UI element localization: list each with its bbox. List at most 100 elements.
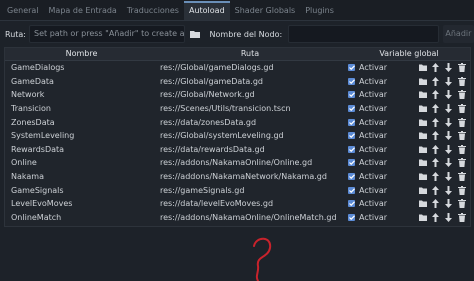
arrow-down-icon[interactable] [444,212,453,222]
global-variable-toggle[interactable]: Activar [348,104,404,113]
arrow-down-icon[interactable] [444,199,453,209]
trash-icon[interactable] [457,131,466,141]
trash-icon[interactable] [457,185,466,195]
checkbox-checked-icon[interactable] [348,186,355,194]
arrow-down-icon[interactable] [444,185,453,195]
arrow-up-icon[interactable] [431,117,440,127]
folder-icon[interactable] [418,158,427,167]
checkbox-checked-icon[interactable] [348,105,355,113]
arrow-up-icon[interactable] [431,158,440,168]
arrow-up-icon[interactable] [431,212,440,222]
global-variable-toggle[interactable]: Activar [348,131,404,140]
autoload-name[interactable]: GameSignals [5,186,152,195]
autoload-name[interactable]: GameData [5,77,152,86]
global-variable-toggle[interactable]: Activar [348,186,404,195]
trash-icon[interactable] [457,90,466,100]
folder-icon[interactable] [418,186,427,195]
autoload-name[interactable]: GameDialogs [5,63,152,72]
table-row[interactable]: Nakama res://addons/NakamaNetwork/Nakama.… [5,170,470,184]
checkbox-checked-icon[interactable] [348,213,355,221]
trash-icon[interactable] [457,63,466,73]
table-row[interactable]: LevelEvoMoves res://data/levelEvoMoves.gd… [5,197,470,211]
arrow-down-icon[interactable] [444,144,453,154]
table-row[interactable]: GameDialogs res://Global/gameDialogs.gd Ac… [5,61,470,75]
arrow-down-icon[interactable] [444,104,453,114]
arrow-up-icon[interactable] [431,104,440,114]
browse-folder-button[interactable] [188,25,201,43]
arrow-up-icon[interactable] [431,199,440,209]
arrow-up-icon[interactable] [431,172,440,182]
arrow-up-icon[interactable] [431,76,440,86]
global-variable-toggle[interactable]: Activar [348,77,404,86]
autoload-name[interactable]: OnlineMatch [5,213,152,222]
global-variable-toggle[interactable]: Activar [348,213,404,222]
autoload-name[interactable]: SystemLeveling [5,131,152,140]
global-variable-toggle[interactable]: Activar [348,172,404,181]
arrow-down-icon[interactable] [444,131,453,141]
folder-icon[interactable] [418,199,427,208]
autoload-name[interactable]: LevelEvoMoves [5,199,152,208]
folder-icon[interactable] [418,77,427,86]
folder-icon[interactable] [418,213,427,222]
trash-icon[interactable] [457,199,466,209]
tab-traducciones[interactable]: Traducciones [122,1,184,20]
tab-autoload[interactable]: Autoload [183,1,230,20]
arrow-down-icon[interactable] [444,76,453,86]
trash-icon[interactable] [457,212,466,222]
trash-icon[interactable] [457,158,466,168]
folder-icon[interactable] [418,63,427,72]
checkbox-checked-icon[interactable] [348,64,355,72]
arrow-down-icon[interactable] [444,90,453,100]
table-row[interactable]: Transicion res://Scenes/Utils/transicion.… [5,102,470,116]
folder-icon[interactable] [418,104,427,113]
autoload-name[interactable]: Transicion [5,104,152,113]
trash-icon[interactable] [457,76,466,86]
global-variable-toggle[interactable]: Activar [348,199,404,208]
checkbox-checked-icon[interactable] [348,173,355,181]
global-variable-toggle[interactable]: Activar [348,63,404,72]
folder-icon[interactable] [418,172,427,181]
folder-icon[interactable] [418,131,427,140]
folder-icon[interactable] [418,118,427,127]
checkbox-checked-icon[interactable] [348,159,355,167]
autoload-name[interactable]: Network [5,90,152,99]
tab-plugins[interactable]: Plugins [300,1,339,20]
folder-icon[interactable] [418,145,427,154]
arrow-up-icon[interactable] [431,131,440,141]
arrow-up-icon[interactable] [431,144,440,154]
global-variable-toggle[interactable]: Activar [348,90,404,99]
autoload-name[interactable]: ZonesData [5,118,152,127]
checkbox-checked-icon[interactable] [348,145,355,153]
table-row[interactable]: ZonesData res://data/zonesData.gd Activar [5,115,470,129]
table-row[interactable]: Online res://addons/NakamaOnline/Online.g… [5,156,470,170]
folder-icon[interactable] [418,90,427,99]
global-variable-toggle[interactable]: Activar [348,158,404,167]
path-input[interactable]: Set path or press "Añadir" to create a s… [29,25,186,43]
global-variable-toggle[interactable]: Activar [348,118,404,127]
tab-general[interactable]: General [2,1,44,20]
tab-shader-globals[interactable]: Shader Globals [230,1,301,20]
tab-mapa-de-entrada[interactable]: Mapa de Entrada [44,1,122,20]
arrow-up-icon[interactable] [431,63,440,73]
arrow-down-icon[interactable] [444,172,453,182]
checkbox-checked-icon[interactable] [348,132,355,140]
checkbox-checked-icon[interactable] [348,118,355,126]
add-autoload-button[interactable]: Añadir [442,25,474,43]
table-row[interactable]: GameData res://Global/gameData.gd Activar [5,75,470,89]
autoload-name[interactable]: RewardsData [5,145,152,154]
table-row[interactable]: RewardsData res://data/rewardsData.gd Acti… [5,143,470,157]
table-row[interactable]: Network res://Global/Network.gd Activar [5,88,470,102]
global-variable-toggle[interactable]: Activar [348,145,404,154]
arrow-up-icon[interactable] [431,90,440,100]
trash-icon[interactable] [457,104,466,114]
autoload-name[interactable]: Online [5,158,152,167]
autoload-name[interactable]: Nakama [5,172,152,181]
checkbox-checked-icon[interactable] [348,77,355,85]
table-row[interactable]: SystemLeveling res://Global/systemLevelin… [5,129,470,143]
arrow-up-icon[interactable] [431,185,440,195]
trash-icon[interactable] [457,172,466,182]
checkbox-checked-icon[interactable] [348,91,355,99]
arrow-down-icon[interactable] [444,158,453,168]
arrow-down-icon[interactable] [444,117,453,127]
arrow-down-icon[interactable] [444,63,453,73]
